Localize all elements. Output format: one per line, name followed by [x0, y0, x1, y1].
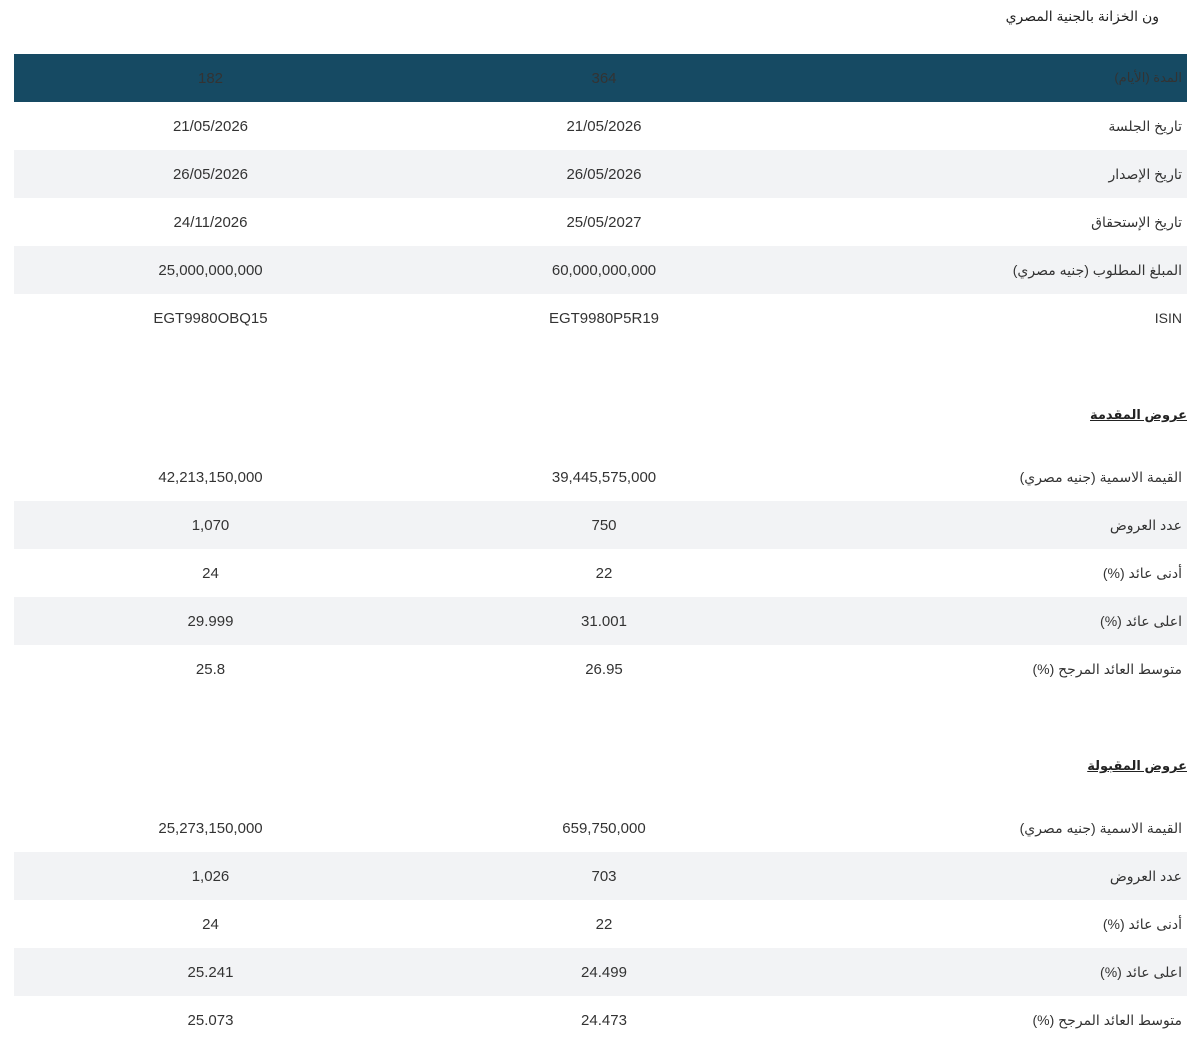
row-label: عدد العروض [1109, 867, 1182, 884]
table-row: 25.241 24.499 اعلى عائد (%) [14, 948, 1187, 996]
row-label: عدد العروض [1109, 516, 1182, 533]
cell-364: EGT9980P5R19 [548, 309, 660, 327]
row-label: القيمة الاسمية (جنيه مصري) [1019, 468, 1182, 485]
row-label: تاريخ الإستحقاق [1091, 213, 1182, 230]
header-tenor-label: المدة (الأيام) [1114, 70, 1182, 85]
table-row: 21/05/2026 21/05/2026 تاريخ الجلسة [14, 102, 1187, 150]
cell-364: 22 [595, 564, 613, 582]
row-label: ISIN [1154, 310, 1182, 326]
cell-182: 24/11/2026 [173, 213, 248, 231]
row-label: أدنى عائد (%) [1102, 564, 1182, 581]
cell-182: 21/05/2026 [172, 117, 249, 135]
offers-section-heading: عروض المقدمة [1090, 407, 1187, 422]
accepted-section-heading: عروض المقبولة [1087, 758, 1187, 773]
table-row: 29.999 31.001 اعلى عائد (%) [14, 597, 1187, 645]
row-label: تاريخ الإصدار [1108, 165, 1182, 182]
cell-182: 42,213,150,000 [158, 468, 263, 486]
cell-182: 29.999 [187, 612, 234, 630]
auction-details-table: 182 364 المدة (الأيام) 21/05/2026 21/05/… [14, 54, 1187, 342]
cell-364: 24.473 [581, 1011, 627, 1029]
cell-364: 60,000,000,000 [551, 261, 657, 279]
table-row: 25.8 26.95 متوسط العائد المرجح (%) [14, 645, 1187, 693]
row-label: اعلى عائد (%) [1100, 612, 1182, 629]
cell-364: 25/05/2027 [566, 213, 642, 231]
table-row: 1,070 750 عدد العروض [14, 501, 1187, 549]
offers-table: 42,213,150,000 39,445,575,000 القيمة الا… [14, 453, 1187, 693]
table-row: 42,213,150,000 39,445,575,000 القيمة الا… [14, 453, 1187, 501]
row-label: اعلى عائد (%) [1100, 963, 1182, 980]
page-title: ون الخزانة بالجنية المصري [1005, 8, 1159, 24]
cell-182: 24 [202, 915, 219, 933]
cell-182: 25,000,000,000 [158, 261, 263, 279]
cell-364: 21/05/2026 [566, 117, 642, 135]
table-header-row: 182 364 المدة (الأيام) [14, 54, 1187, 102]
table-row: 25,273,150,000 659,750,000 القيمة الاسمي… [14, 804, 1187, 852]
table-row: 25,000,000,000 60,000,000,000 المبلغ الم… [14, 246, 1187, 294]
cell-364: 26/05/2026 [566, 165, 642, 183]
cell-182: 1,070 [191, 516, 230, 534]
table-row: 25.073 24.473 متوسط العائد المرجح (%) [14, 996, 1187, 1044]
cell-182: 26/05/2026 [172, 165, 249, 183]
cell-364: 24.499 [581, 963, 627, 981]
accepted-offers-table: 25,273,150,000 659,750,000 القيمة الاسمي… [14, 804, 1187, 1044]
cell-364: 39,445,575,000 [551, 468, 657, 486]
cell-182: 25.8 [195, 660, 226, 678]
cell-364: 22 [595, 915, 613, 933]
cell-182: 1,026 [191, 867, 230, 885]
cell-364: 703 [591, 867, 617, 885]
header-182-days: 182 [197, 69, 224, 87]
row-label: المبلغ المطلوب (جنيه مصري) [1012, 261, 1182, 278]
row-label: القيمة الاسمية (جنيه مصري) [1019, 819, 1182, 836]
cell-364: 659,750,000 [562, 819, 646, 837]
table-row: 24/11/2026 25/05/2027 تاريخ الإستحقاق [14, 198, 1187, 246]
row-label: متوسط العائد المرجح (%) [1032, 660, 1182, 677]
table-row: EGT9980OBQ15 EGT9980P5R19 ISIN [14, 294, 1187, 342]
cell-364: 26.95 [585, 660, 623, 678]
table-row: 24 22 أدنى عائد (%) [14, 900, 1187, 948]
cell-182: 25,273,150,000 [158, 819, 263, 837]
row-label: أدنى عائد (%) [1102, 915, 1182, 932]
header-364-days: 364 [591, 69, 617, 87]
cell-182: EGT9980OBQ15 [153, 309, 268, 327]
cell-182: 24 [202, 564, 219, 582]
table-row: 24 22 أدنى عائد (%) [14, 549, 1187, 597]
cell-364: 31.001 [581, 612, 627, 630]
row-label: متوسط العائد المرجح (%) [1032, 1011, 1182, 1028]
cell-182: 25.241 [187, 963, 234, 981]
table-row: 26/05/2026 26/05/2026 تاريخ الإصدار [14, 150, 1187, 198]
cell-364: 750 [591, 516, 617, 534]
row-label: تاريخ الجلسة [1108, 117, 1182, 134]
table-row: 1,026 703 عدد العروض [14, 852, 1187, 900]
cell-182: 25.073 [187, 1011, 234, 1029]
